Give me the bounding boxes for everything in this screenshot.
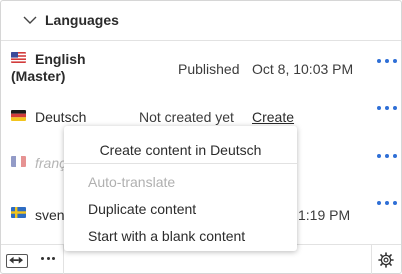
languages-panel: Languages English (Master) Published Oct… — [0, 0, 402, 274]
language-name: Deutsch — [35, 109, 87, 125]
language-row: English (Master) Published Oct 8, 10:03 … — [1, 41, 401, 94]
status-label: Not created yet — [139, 109, 234, 125]
language-name: sven — [35, 207, 65, 223]
status-label: Published — [178, 61, 240, 77]
expand-horizontal-icon[interactable] — [6, 254, 28, 268]
se-flag-icon — [11, 207, 26, 218]
language-name-suffix: (Master) — [11, 68, 66, 84]
menu-item-start-blank[interactable]: Start with a blank content — [88, 228, 245, 244]
more-options-icon[interactable] — [377, 56, 397, 66]
menu-item-duplicate-content[interactable]: Duplicate content — [88, 201, 196, 217]
language-name: English — [35, 51, 86, 67]
languages-section-header[interactable]: Languages — [1, 1, 401, 41]
de-flag-icon — [11, 110, 26, 121]
more-options-icon[interactable] — [377, 103, 397, 113]
footer-divider — [371, 245, 372, 274]
us-flag-icon — [11, 52, 26, 63]
menu-title: Create content in Deutsch — [99, 142, 262, 158]
language-name: franç — [35, 155, 67, 171]
gear-icon[interactable] — [378, 252, 394, 268]
chevron-down-icon[interactable] — [23, 14, 37, 26]
fr-flag-icon — [11, 156, 26, 167]
create-link[interactable]: Create — [252, 108, 294, 126]
section-title: Languages — [45, 12, 119, 28]
more-options-icon[interactable] — [377, 198, 397, 208]
more-options-icon[interactable] — [377, 151, 397, 161]
more-options-icon[interactable] — [41, 257, 55, 261]
menu-divider — [64, 163, 297, 164]
date-label: 1:19 PM — [298, 207, 351, 223]
create-content-menu: Create content in Deutsch Auto-translate… — [64, 126, 297, 251]
menu-item-auto-translate: Auto-translate — [88, 174, 176, 190]
date-label: Oct 8, 10:03 PM — [252, 61, 354, 77]
